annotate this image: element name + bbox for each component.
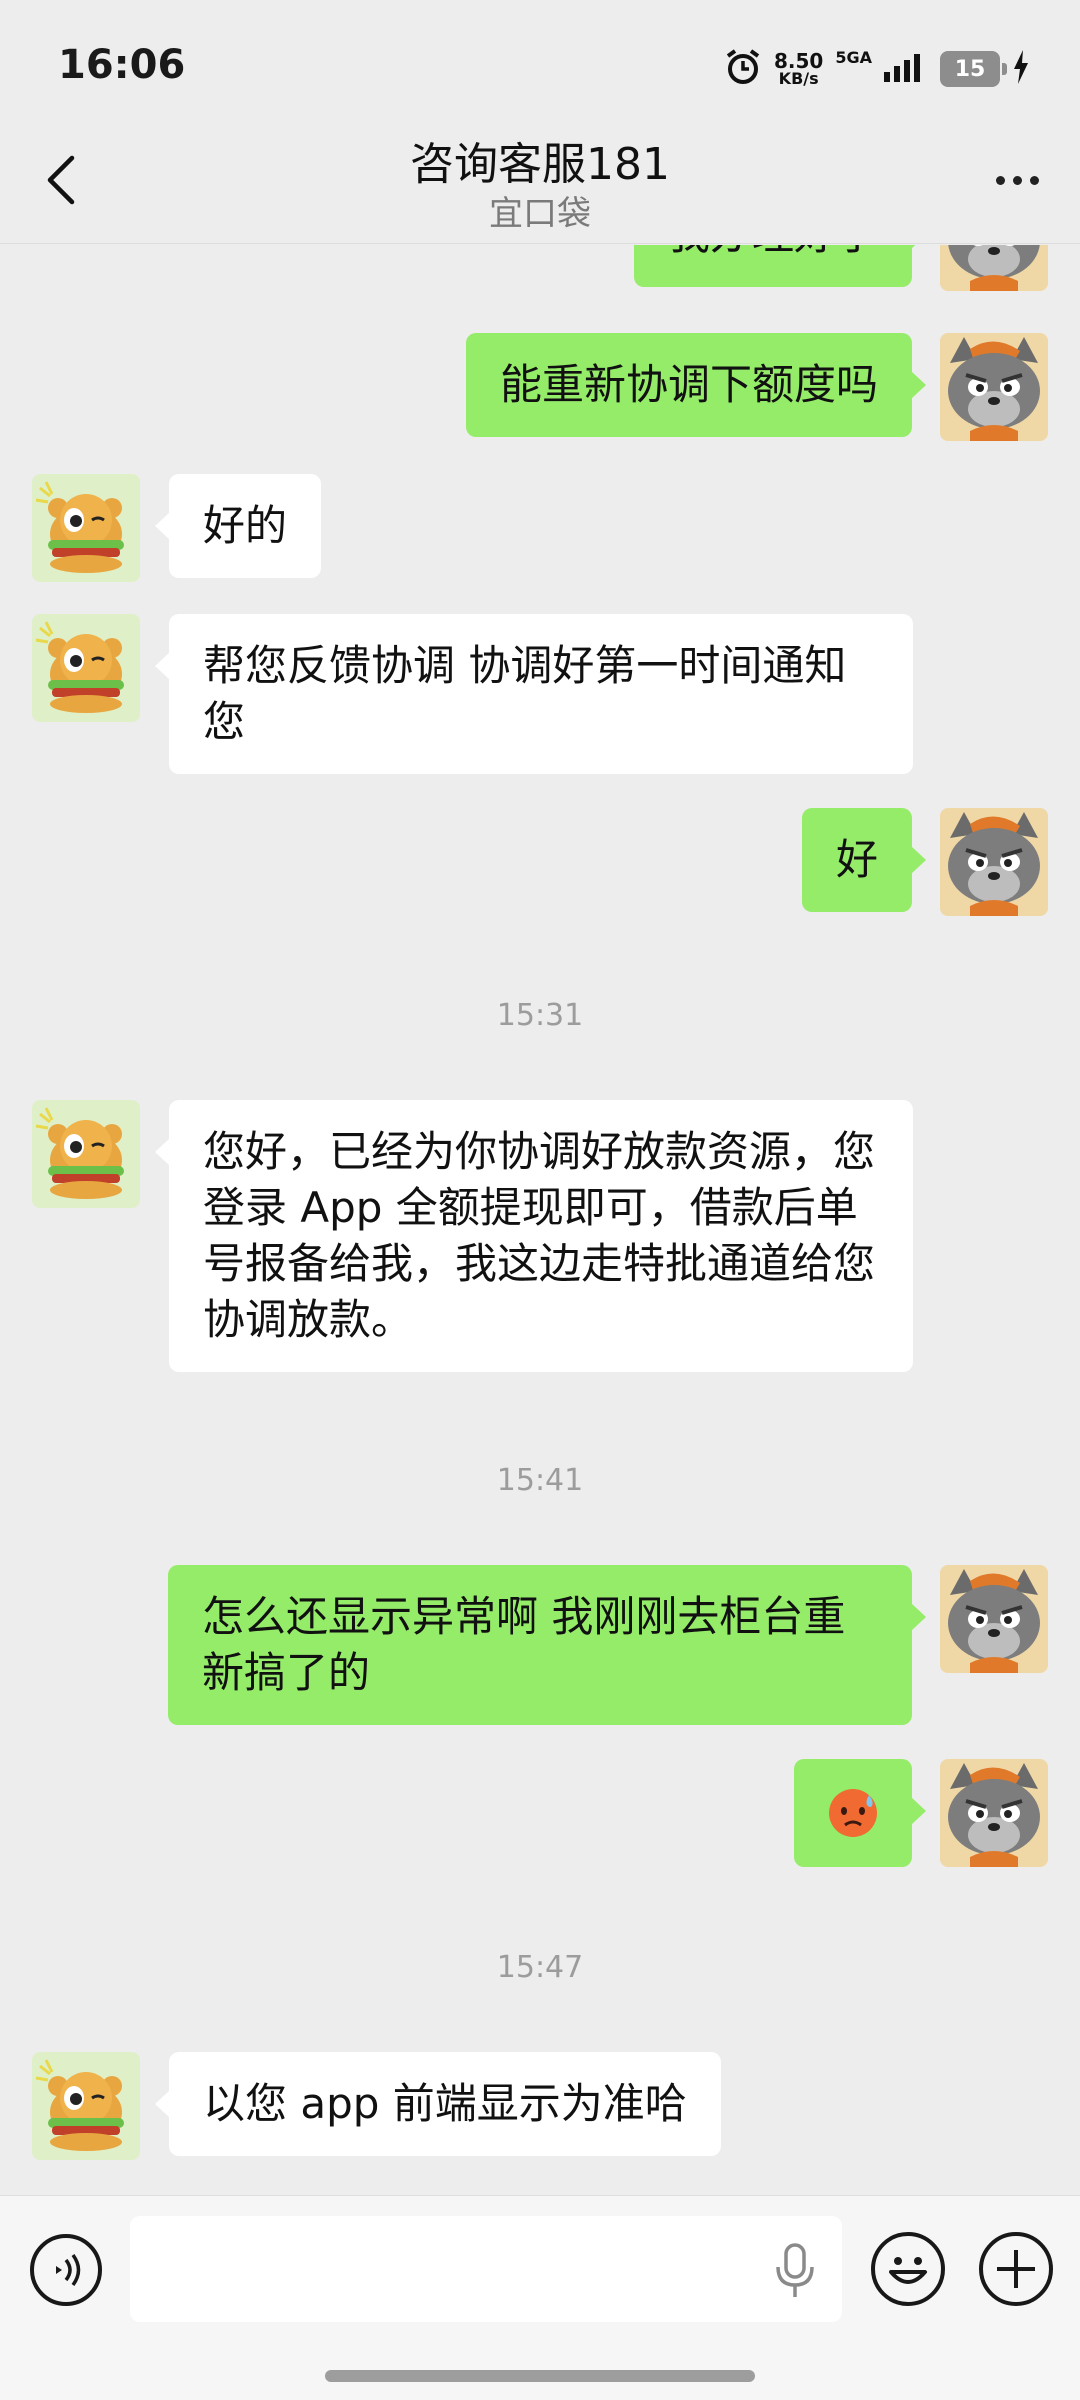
plus-icon [997,2250,1035,2288]
emoji-button[interactable] [871,2232,945,2306]
voice-button[interactable] [30,2234,102,2306]
net-speed-value: 8.50 [773,49,824,73]
my-avatar[interactable] [940,245,1048,291]
emoji-icon [889,2257,927,2284]
agent-avatar[interactable] [32,614,140,722]
message-timestamp: 15:47 [496,1950,584,1985]
message-input[interactable] [130,2216,842,2322]
net-speed: 8.50 KB/s [774,51,823,87]
chat-header: 咨询客服181 宜口袋 [0,120,1080,244]
chat-messages[interactable]: 我办理好了 能重新协调下额度吗 好的 帮您反馈协调 协调好第一时间通知您 好 1… [0,245,1080,2195]
battery-level: 15 [954,56,986,82]
message-timestamp: 15:31 [496,998,584,1033]
more-functions-button[interactable] [979,2232,1053,2306]
outgoing-bubble[interactable]: 好 [801,808,927,912]
signal-icon [884,52,928,86]
outgoing-bubble[interactable]: 怎么还显示异常啊 我刚刚去柜台重新搞了的 [168,1565,926,1725]
battery-icon: 15 [940,51,1007,87]
home-indicator[interactable] [325,2370,755,2382]
incoming-bubble[interactable]: 帮您反馈协调 协调好第一时间通知您 [155,614,913,774]
status-icons: 8.50 KB/s 5GA 15 [724,44,1030,94]
agent-avatar[interactable] [32,474,140,582]
alarm-icon [724,48,762,90]
outgoing-bubble[interactable] [794,1759,926,1867]
more-icon [995,175,1005,185]
sweat-emoji-icon [829,1789,877,1837]
charging-icon [1012,50,1030,88]
more-button[interactable] [982,150,1052,210]
outgoing-bubble[interactable]: 我办理好了 [633,245,927,287]
outgoing-bubble[interactable]: 能重新协调下额度吗 [465,333,927,437]
chat-subtitle: 宜口袋 [489,194,591,234]
incoming-bubble[interactable]: 您好，已经为你协调好放款资源，您登录 App 全额提现即可，借款后单号报备给我，… [155,1100,913,1372]
status-time: 16:06 [58,42,186,88]
incoming-bubble[interactable]: 以您 app 前端显示为准哈 [155,2052,721,2156]
my-avatar[interactable] [940,1565,1048,1673]
net-speed-unit: KB/s [778,69,819,88]
chat-title: 咨询客服181 [410,139,670,190]
message-timestamp: 15:41 [496,1463,584,1498]
agent-avatar[interactable] [32,1100,140,1208]
my-avatar[interactable] [940,1759,1048,1867]
mic-icon[interactable] [775,2243,815,2299]
status-bar: 16:06 8.50 KB/s 5GA 15 [0,0,1080,135]
voice-icon [56,2253,81,2287]
network-type: 5GA [835,47,872,67]
incoming-bubble[interactable]: 好的 [154,474,322,578]
my-avatar[interactable] [940,808,1048,916]
my-avatar[interactable] [940,333,1048,441]
agent-avatar[interactable] [32,2052,140,2160]
